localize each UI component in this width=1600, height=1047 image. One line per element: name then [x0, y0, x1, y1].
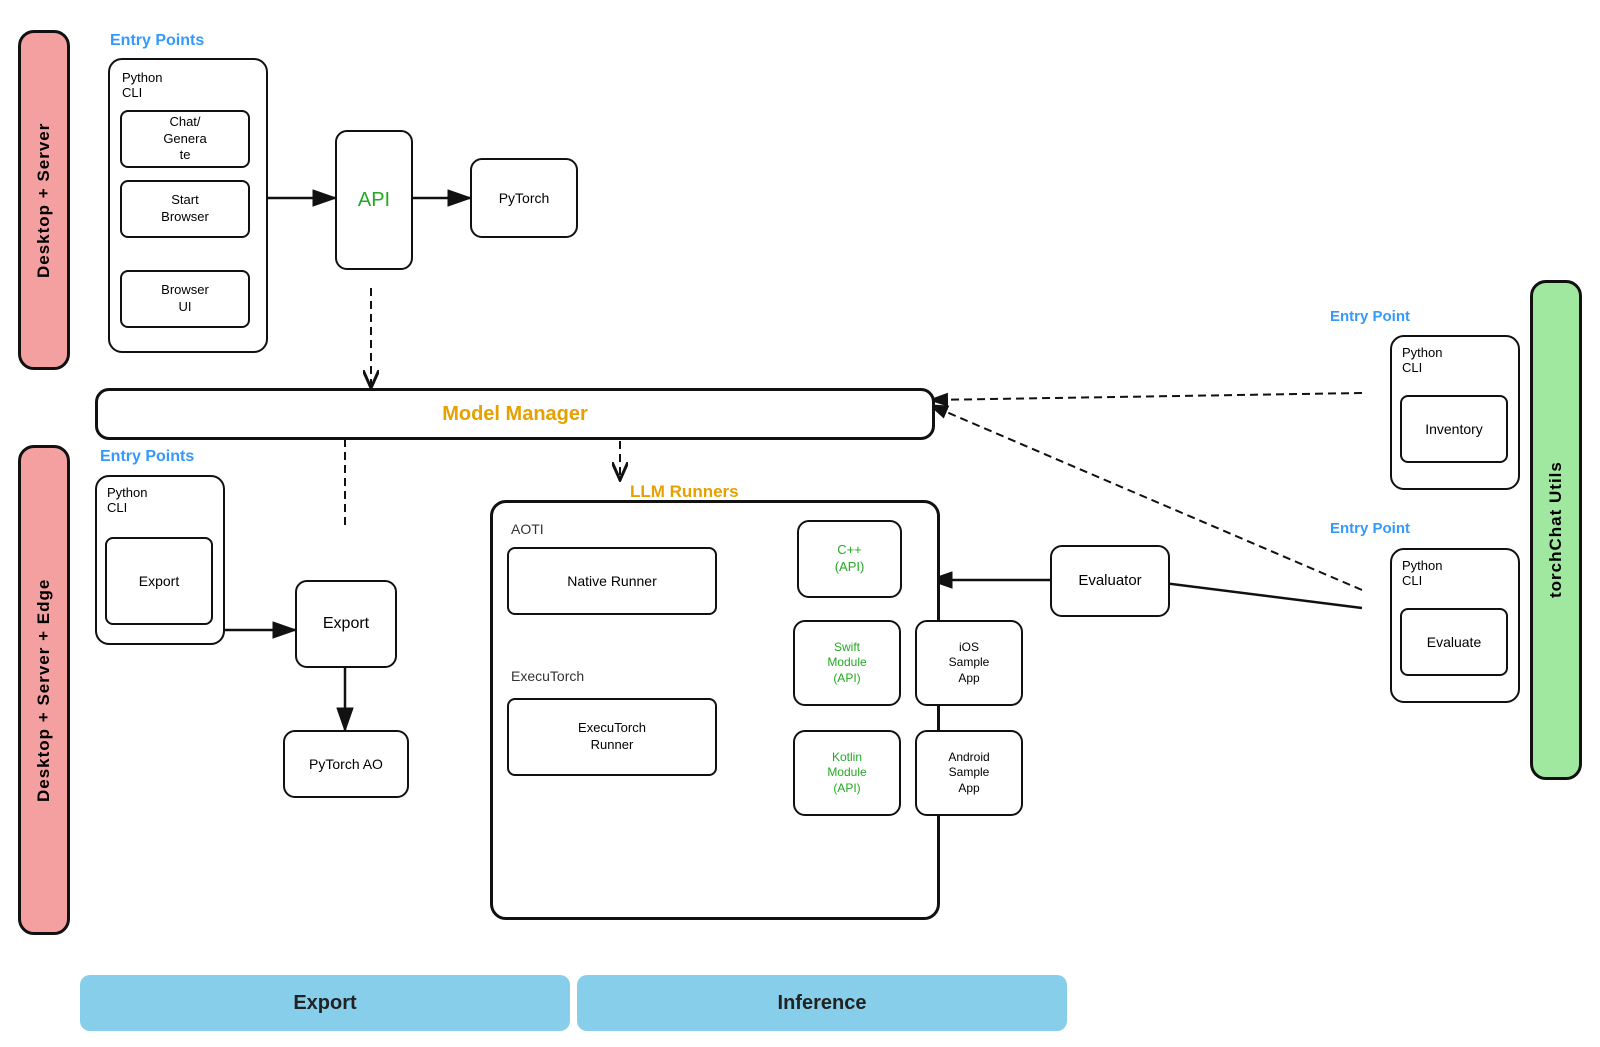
pytorch-ao-box: PyTorch AO: [283, 730, 409, 798]
evaluator-box: Evaluator: [1050, 545, 1170, 617]
desktop-server-label: Desktop + Server: [18, 30, 70, 370]
llm-runners-label: LLM Runners: [630, 482, 739, 502]
swift-module-box: Swift Module (API): [793, 620, 901, 706]
python-cli-inventory-label: PythonCLI: [1402, 345, 1442, 375]
python-evaluate-group: PythonCLI Evaluate: [1390, 548, 1520, 703]
entry-point-inventory-label: Entry Point: [1330, 308, 1410, 325]
export-bottom-bar: Export: [80, 975, 570, 1031]
inventory-python-group: PythonCLI Inventory: [1390, 335, 1520, 490]
desktop-server-edge-label: Desktop + Server + Edge: [18, 445, 70, 935]
pytorch-box: PyTorch: [470, 158, 578, 238]
entry-point-evaluate-label: Entry Point: [1330, 520, 1410, 537]
kotlin-module-box: Kotlin Module (API): [793, 730, 901, 816]
entry-points-group-top: PythonCLI Chat/ Genera te Start Browser …: [108, 58, 268, 353]
inventory-box: Inventory: [1400, 395, 1508, 463]
export-box: Export: [295, 580, 397, 668]
entry-points-group-bottom: PythonCLI Export: [95, 475, 225, 645]
torchchat-utils-label: torchChat Utils: [1530, 280, 1582, 780]
api-box: API: [335, 130, 413, 270]
python-cli-export-label: PythonCLI: [107, 485, 147, 515]
executorch-runner-box: ExecuTorch Runner: [507, 698, 717, 776]
ios-sample-box: iOS Sample App: [915, 620, 1023, 706]
diagram-container: Desktop + Server Entry Points PythonCLI …: [0, 0, 1600, 1047]
model-manager-bar: Model Manager: [95, 388, 935, 440]
export-inner-box: Export: [105, 537, 213, 625]
chat-generate-box: Chat/ Genera te: [120, 110, 250, 168]
python-cli-evaluate-label: PythonCLI: [1402, 558, 1442, 588]
native-runner-box: Native Runner: [507, 547, 717, 615]
entry-points-bottom-label: Entry Points: [100, 448, 194, 466]
browser-ui-box: Browser UI: [120, 270, 250, 328]
cpp-api-box: C++ (API): [797, 520, 902, 598]
inference-bottom-bar: Inference: [577, 975, 1067, 1031]
start-browser-box: Start Browser: [120, 180, 250, 238]
entry-points-top-label: Entry Points: [110, 32, 204, 50]
android-sample-box: Android Sample App: [915, 730, 1023, 816]
evaluate-box: Evaluate: [1400, 608, 1508, 676]
executorch-label: ExecuTorch: [511, 668, 584, 684]
python-cli-top-label: PythonCLI: [122, 70, 162, 100]
aoti-label: AOTI: [511, 521, 544, 537]
